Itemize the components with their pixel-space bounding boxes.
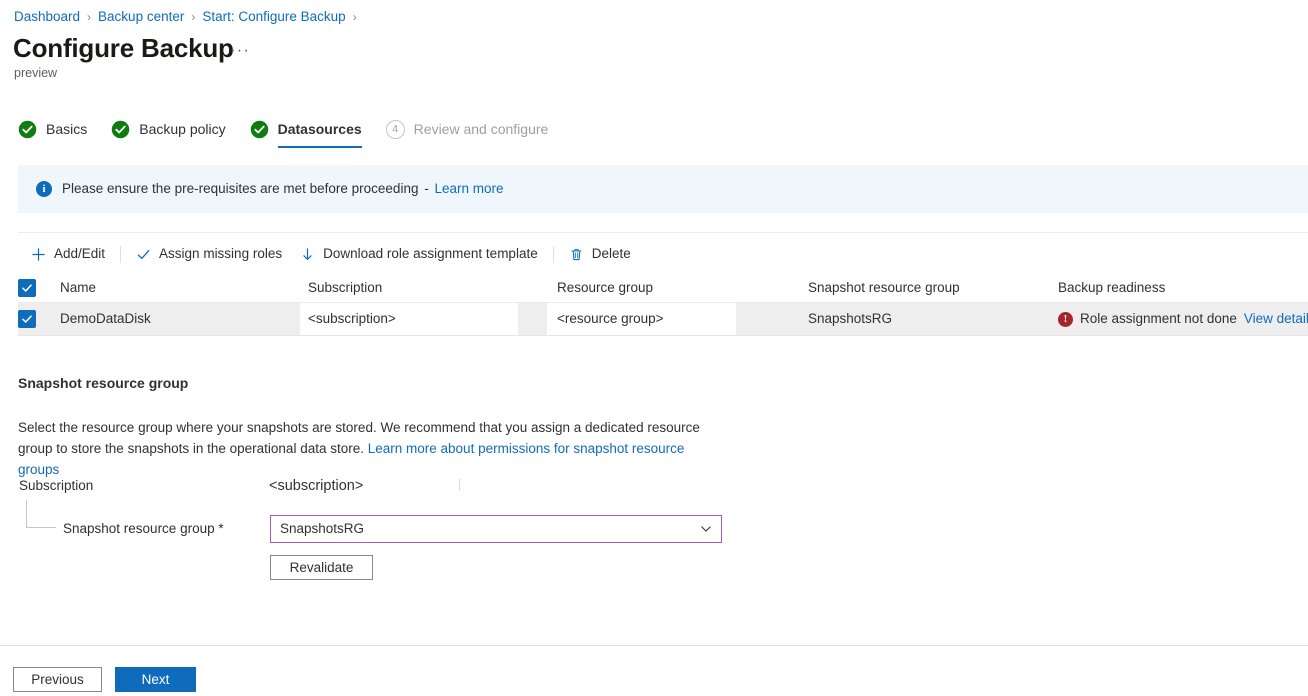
page-title: Configure Backup: [13, 31, 234, 65]
check-circle-icon: [250, 120, 269, 139]
wizard-step-label: Review and configure: [414, 120, 549, 138]
select-all-checkbox-cell: [18, 274, 52, 302]
table-header-row: Name Subscription Resource group Snapsho…: [18, 274, 1308, 303]
command-label: Download role assignment template: [323, 245, 538, 263]
info-banner-text: Please ensure the pre-requisites are met…: [62, 180, 504, 198]
command-separator: [553, 246, 554, 263]
datasources-table: Name Subscription Resource group Snapsho…: [18, 274, 1308, 336]
status-badge: Role assignment not done: [1080, 310, 1237, 328]
section-title: Snapshot resource group: [18, 374, 188, 393]
command-label: Add/Edit: [54, 245, 105, 263]
snapshot-resource-group-label: Snapshot resource group *: [63, 520, 224, 538]
error-icon: !: [1058, 312, 1073, 327]
command-label: Delete: [592, 245, 631, 263]
download-arrow-icon: [300, 247, 315, 262]
step-number-badge: 4: [386, 120, 405, 139]
wizard-steps: Basics Backup policy Datasources 4 Revie…: [18, 113, 572, 147]
wizard-step-label: Backup policy: [139, 120, 225, 138]
column-header-snapshot-resource-group[interactable]: Snapshot resource group: [808, 274, 960, 302]
breadcrumb: Dashboard › Backup center › Start: Confi…: [14, 8, 364, 26]
command-separator: [120, 246, 121, 263]
chevron-down-icon: [699, 522, 713, 536]
breadcrumb-item-dashboard[interactable]: Dashboard: [14, 8, 80, 26]
cell-resource-group: <resource group>: [557, 303, 664, 335]
snapshot-resource-group-dropdown[interactable]: SnapshotsRG: [270, 515, 722, 543]
breadcrumb-item-backup-center[interactable]: Backup center: [98, 8, 184, 26]
dropdown-selected-value: SnapshotsRG: [280, 520, 699, 538]
column-header-resource-group[interactable]: Resource group: [557, 274, 653, 302]
wizard-step-label: Basics: [46, 120, 87, 138]
more-options-button[interactable]: ···: [230, 40, 250, 60]
check-circle-icon: [18, 120, 37, 139]
info-banner-message: Please ensure the pre-requisites are met…: [62, 181, 418, 196]
delete-button[interactable]: Delete: [560, 240, 640, 268]
row-checkbox-cell: [18, 303, 52, 335]
footer-divider: [0, 645, 1308, 646]
section-description: Select the resource group where your sna…: [18, 417, 718, 480]
revalidate-button[interactable]: Revalidate: [270, 555, 373, 580]
learn-more-link[interactable]: Learn more: [435, 181, 504, 196]
assign-missing-roles-button[interactable]: Assign missing roles: [127, 240, 291, 268]
check-circle-icon: [111, 120, 130, 139]
subscription-value: <subscription>: [269, 476, 363, 496]
breadcrumb-separator: ›: [87, 8, 91, 26]
wizard-step-datasources[interactable]: Datasources: [250, 113, 362, 145]
cell-subscription: <subscription>: [308, 303, 396, 335]
page-subtitle-preview: preview: [14, 65, 57, 81]
table-row[interactable]: DemoDataDisk <subscription> <resource gr…: [18, 303, 1308, 336]
check-icon: [21, 313, 33, 325]
next-button[interactable]: Next: [115, 667, 196, 692]
check-icon: [21, 282, 33, 294]
trash-icon: [569, 247, 584, 262]
plus-icon: [31, 247, 46, 262]
wizard-step-review-and-configure[interactable]: 4 Review and configure: [386, 113, 549, 145]
wizard-step-basics[interactable]: Basics: [18, 113, 87, 145]
view-details-link[interactable]: View details: [1244, 310, 1308, 328]
previous-button[interactable]: Previous: [13, 667, 102, 692]
wizard-step-backup-policy[interactable]: Backup policy: [111, 113, 225, 145]
breadcrumb-separator: ›: [353, 8, 357, 26]
info-icon: i: [36, 181, 52, 197]
cell-name: DemoDataDisk: [60, 303, 151, 335]
wizard-step-label: Datasources: [278, 120, 362, 138]
cell-snapshot-resource-group: SnapshotsRG: [808, 303, 892, 335]
command-bar: Add/Edit Assign missing roles Download r…: [22, 240, 640, 268]
command-bar-divider: [18, 232, 1308, 233]
column-header-backup-readiness[interactable]: Backup readiness: [1058, 274, 1165, 302]
breadcrumb-separator: ›: [191, 8, 195, 26]
download-role-assignment-template-button[interactable]: Download role assignment template: [291, 240, 547, 268]
row-select-checkbox[interactable]: [18, 310, 36, 328]
select-all-checkbox[interactable]: [18, 279, 36, 297]
command-label: Assign missing roles: [159, 245, 282, 263]
info-banner: i Please ensure the pre-requisites are m…: [18, 165, 1308, 213]
check-icon: [136, 247, 151, 262]
breadcrumb-item-start-configure-backup[interactable]: Start: Configure Backup: [202, 8, 345, 26]
info-banner-dash: -: [424, 181, 429, 196]
cell-backup-readiness: ! Role assignment not done View details: [1058, 303, 1308, 335]
column-header-name[interactable]: Name: [60, 274, 96, 302]
column-header-subscription[interactable]: Subscription: [308, 274, 382, 302]
subscription-label: Subscription: [19, 477, 93, 495]
field-tree-connector: [26, 500, 56, 528]
redaction-artifact: [459, 479, 460, 491]
add-edit-button[interactable]: Add/Edit: [22, 240, 114, 268]
